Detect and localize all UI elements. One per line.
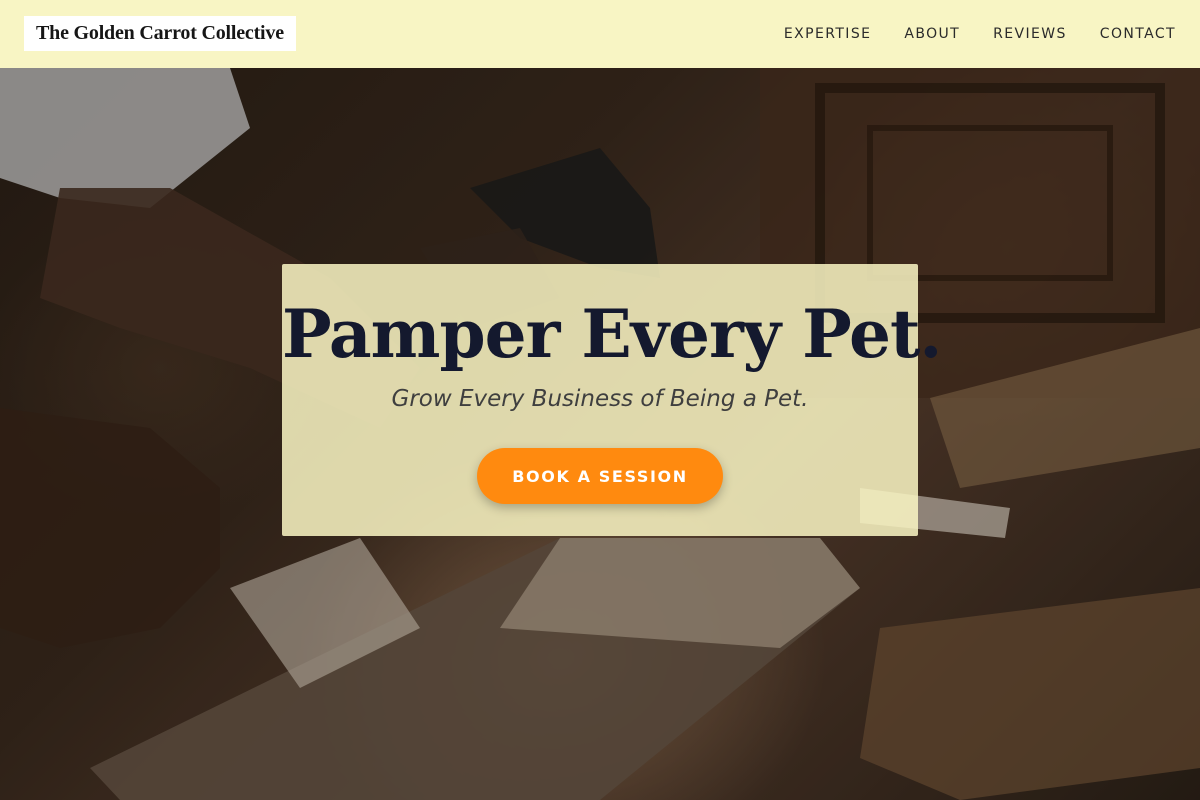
page: The Golden Carrot Collective EXPERTISE A… [0, 0, 1200, 800]
nav-reviews[interactable]: REVIEWS [993, 26, 1067, 42]
hero-subtitle: Grow Every Business of Being a Pet. [391, 386, 809, 412]
nav-contact[interactable]: CONTACT [1100, 26, 1176, 42]
hero-card: Pamper Every Pet. Grow Every Business of… [282, 264, 942, 536]
hero-title: Pamper Every Pet. [282, 295, 942, 373]
main-nav: EXPERTISE ABOUT REVIEWS CONTACT [784, 0, 1176, 68]
brand-logo[interactable]: The Golden Carrot Collective [24, 16, 296, 51]
nav-expertise[interactable]: EXPERTISE [784, 26, 871, 42]
site-header: The Golden Carrot Collective EXPERTISE A… [0, 0, 1200, 68]
nav-about[interactable]: ABOUT [904, 26, 960, 42]
book-session-button[interactable]: BOOK A SESSION [477, 448, 723, 504]
